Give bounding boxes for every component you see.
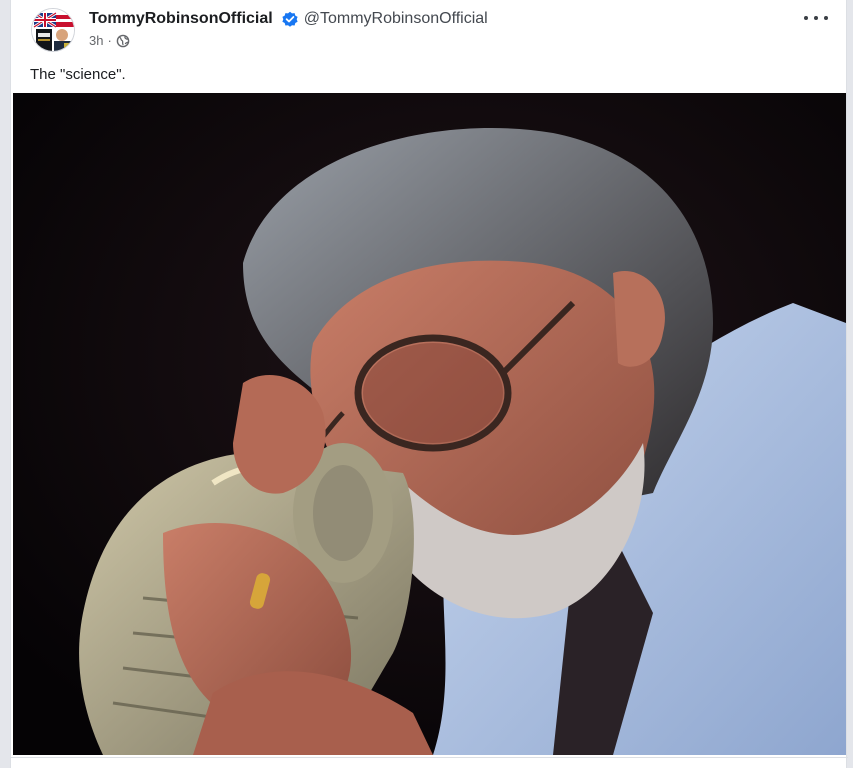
author-avatar[interactable] (31, 8, 75, 52)
name-row: TommyRobinsonOfficial @TommyRobinsonOffi… (89, 8, 488, 30)
separator-dot: · (107, 33, 112, 48)
card-divider (11, 757, 848, 758)
more-dot (804, 16, 808, 20)
post-text: The "science". (30, 66, 126, 83)
post-timestamp[interactable]: 3h (89, 33, 103, 48)
post-card: TommyRobinsonOfficial @TommyRobinsonOffi… (10, 0, 848, 768)
avatar-image (32, 9, 74, 51)
more-options-icon[interactable] (804, 10, 828, 26)
more-dot (814, 16, 818, 20)
time-row: 3h · (89, 33, 488, 48)
more-dot (824, 16, 828, 20)
verified-badge-icon (281, 10, 299, 28)
post-image[interactable] (13, 93, 846, 755)
author-name[interactable]: TommyRobinsonOfficial (89, 10, 273, 28)
photo-man-glasses-kissing-money-stack-icon (13, 93, 846, 755)
globe-icon (116, 34, 130, 48)
author-meta: TommyRobinsonOfficial @TommyRobinsonOffi… (89, 8, 488, 48)
feed-page: TommyRobinsonOfficial @TommyRobinsonOffi… (0, 0, 853, 768)
post-header: TommyRobinsonOfficial @TommyRobinsonOffi… (31, 8, 488, 54)
author-handle[interactable]: @TommyRobinsonOfficial (304, 10, 488, 28)
